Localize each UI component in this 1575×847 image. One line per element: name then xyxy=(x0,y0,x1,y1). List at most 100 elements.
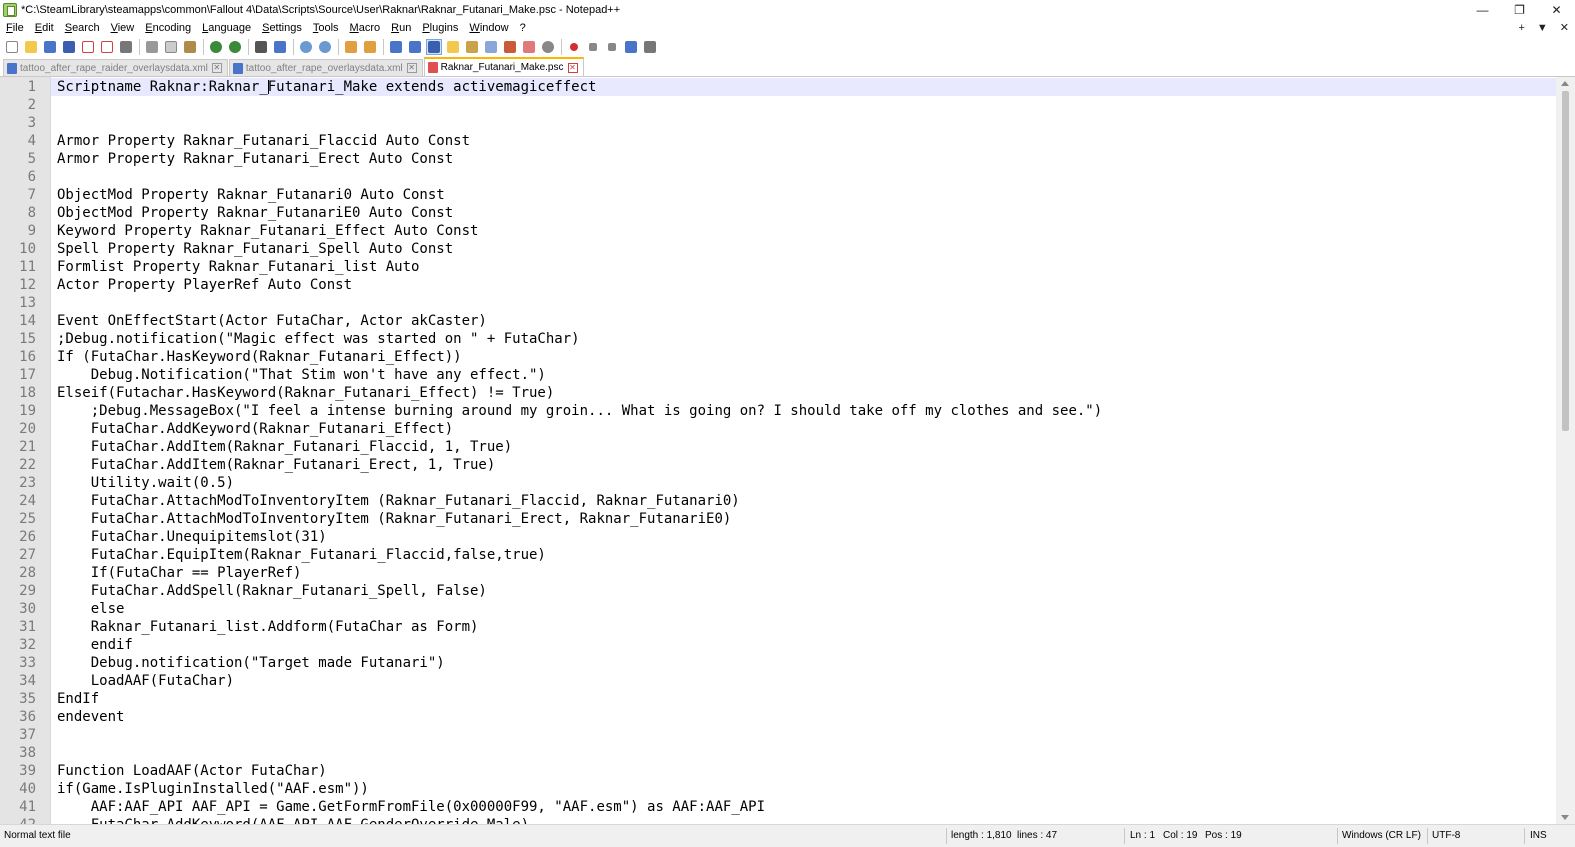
code-line[interactable] xyxy=(51,168,1556,186)
code-line[interactable]: Elseif(Futachar.HasKeyword(Raknar_Futana… xyxy=(51,384,1556,402)
code-text[interactable]: Scriptname Raknar:Raknar_Futanari_Make e… xyxy=(57,79,596,95)
code-line[interactable]: Scriptname Raknar:Raknar_Futanari_Make e… xyxy=(51,78,1556,96)
code-text[interactable]: FutaChar.AddItem(Raknar_Futanari_Erect, … xyxy=(57,457,496,473)
find-icon[interactable] xyxy=(253,39,269,55)
code-line[interactable]: AAF:AAF_API AAF_API = Game.GetFormFromFi… xyxy=(51,798,1556,816)
code-line[interactable]: else xyxy=(51,600,1556,618)
menu-tools[interactable]: Tools xyxy=(307,22,344,34)
tab-list-dropdown-icon[interactable]: ▼ xyxy=(1537,22,1548,34)
code-text[interactable]: ;Debug.notification("Magic effect was st… xyxy=(57,331,580,347)
show-all-chars-icon[interactable] xyxy=(407,39,423,55)
save-all-icon[interactable] xyxy=(61,39,77,55)
code-text[interactable]: Function LoadAAF(Actor FutaChar) xyxy=(57,763,327,779)
code-line[interactable]: Debug.Notification("That Stim won't have… xyxy=(51,366,1556,384)
new-file-icon[interactable] xyxy=(4,39,20,55)
menu-search[interactable]: Search xyxy=(59,22,105,34)
code-text[interactable]: endif xyxy=(57,637,133,653)
code-text[interactable]: Formlist Property Raknar_Futanari_list A… xyxy=(57,259,419,275)
undo-icon[interactable] xyxy=(208,39,224,55)
word-wrap-icon[interactable] xyxy=(388,39,404,55)
record-macro-icon[interactable] xyxy=(566,39,582,55)
code-line[interactable]: ;Debug.notification("Magic effect was st… xyxy=(51,330,1556,348)
code-line[interactable]: FutaChar.AddSpell(Raknar_Futanari_Spell,… xyxy=(51,582,1556,600)
code-text[interactable]: ObjectMod Property Raknar_Futanari0 Auto… xyxy=(57,187,445,203)
code-line[interactable]: Spell Property Raknar_Futanari_Spell Aut… xyxy=(51,240,1556,258)
copy-icon[interactable] xyxy=(163,39,179,55)
close-button[interactable]: ✕ xyxy=(1538,0,1575,19)
save-macro-icon[interactable] xyxy=(642,39,658,55)
zoom-out-icon[interactable] xyxy=(317,39,333,55)
status-encoding[interactable]: UTF-8 xyxy=(1432,830,1460,841)
sync-vertical-icon[interactable] xyxy=(343,39,359,55)
new-tab-plus-icon[interactable]: + xyxy=(1518,22,1524,34)
code-line[interactable]: Keyword Property Raknar_Futanari_Effect … xyxy=(51,222,1556,240)
code-text[interactable]: FutaChar.AddKeyword(AAF_API.AAF_GenderOv… xyxy=(57,817,529,824)
code-text[interactable]: Raknar_Futanari_list.Addform(FutaChar as… xyxy=(57,619,479,635)
maximize-button[interactable]: ❐ xyxy=(1501,0,1538,19)
tab-close-icon[interactable]: ✕ xyxy=(406,63,417,73)
minimize-button[interactable]: — xyxy=(1464,0,1501,19)
close-document-icon[interactable]: ✕ xyxy=(1560,21,1569,34)
open-file-icon[interactable] xyxy=(23,39,39,55)
code-text[interactable]: ;Debug.MessageBox("I feel a intense burn… xyxy=(57,403,1102,419)
code-text[interactable]: EndIf xyxy=(57,691,99,707)
document-map-icon[interactable] xyxy=(464,39,480,55)
code-line[interactable]: LoadAAF(FutaChar) xyxy=(51,672,1556,690)
code-line[interactable]: FutaChar.AddItem(Raknar_Futanari_Erect, … xyxy=(51,456,1556,474)
document-list-icon[interactable] xyxy=(483,39,499,55)
code-line[interactable] xyxy=(51,726,1556,744)
udl-icon[interactable] xyxy=(445,39,461,55)
code-line[interactable]: Debug.notification("Target made Futanari… xyxy=(51,654,1556,672)
code-text[interactable]: Actor Property PlayerRef Auto Const xyxy=(57,277,352,293)
code-line[interactable]: Raknar_Futanari_list.Addform(FutaChar as… xyxy=(51,618,1556,636)
code-line[interactable]: endevent xyxy=(51,708,1556,726)
code-line[interactable]: Formlist Property Raknar_Futanari_list A… xyxy=(51,258,1556,276)
stop-macro-icon[interactable] xyxy=(585,39,601,55)
code-text[interactable]: Armor Property Raknar_Futanari_Flaccid A… xyxy=(57,133,470,149)
code-text[interactable]: FutaChar.AddSpell(Raknar_Futanari_Spell,… xyxy=(57,583,487,599)
code-line[interactable]: ;Debug.MessageBox("I feel a intense burn… xyxy=(51,402,1556,420)
menu-view[interactable]: View xyxy=(105,22,140,34)
code-line[interactable]: FutaChar.Unequipitemslot(31) xyxy=(51,528,1556,546)
code-text[interactable]: FutaChar.AttachModToInventoryItem (Rakna… xyxy=(57,493,740,509)
tab-raider-overlaysdata[interactable]: tattoo_after_rape_raider_overlaysdata.xm… xyxy=(3,59,228,76)
code-line[interactable]: FutaChar.EquipItem(Raknar_Futanari_Flacc… xyxy=(51,546,1556,564)
code-text[interactable]: Spell Property Raknar_Futanari_Spell Aut… xyxy=(57,241,453,257)
code-line[interactable]: FutaChar.AddItem(Raknar_Futanari_Flaccid… xyxy=(51,438,1556,456)
cut-icon[interactable] xyxy=(144,39,160,55)
menu-encoding[interactable]: Encoding xyxy=(139,22,196,34)
play-macro-icon[interactable] xyxy=(604,39,620,55)
code-line[interactable]: FutaChar.AddKeyword(Raknar_Futanari_Effe… xyxy=(51,420,1556,438)
code-text[interactable]: ObjectMod Property Raknar_FutanariE0 Aut… xyxy=(57,205,453,221)
code-text[interactable]: If (FutaChar.HasKeyword(Raknar_Futanari_… xyxy=(57,349,462,365)
code-text[interactable]: Armor Property Raknar_Futanari_Erect Aut… xyxy=(57,151,453,167)
code-line[interactable]: Event OnEffectStart(Actor FutaChar, Acto… xyxy=(51,312,1556,330)
paste-icon[interactable] xyxy=(182,39,198,55)
status-insert-mode[interactable]: INS xyxy=(1530,830,1547,841)
code-text[interactable]: FutaChar.AddKeyword(Raknar_Futanari_Effe… xyxy=(57,421,453,437)
monitoring-icon[interactable] xyxy=(540,39,556,55)
code-text[interactable]: Debug.Notification("That Stim won't have… xyxy=(57,367,546,383)
code-text[interactable]: AAF:AAF_API AAF_API = Game.GetFormFromFi… xyxy=(57,799,765,815)
code-text[interactable]: Utility.wait(0.5) xyxy=(57,475,234,491)
print-icon[interactable] xyxy=(118,39,134,55)
code-line[interactable] xyxy=(51,114,1556,132)
tab-close-icon[interactable]: ✕ xyxy=(211,63,222,73)
code-text[interactable]: FutaChar.EquipItem(Raknar_Futanari_Flacc… xyxy=(57,547,546,563)
menu-macro[interactable]: Macro xyxy=(344,22,386,34)
code-text[interactable]: Debug.notification("Target made Futanari… xyxy=(57,655,445,671)
code-text[interactable]: Event OnEffectStart(Actor FutaChar, Acto… xyxy=(57,313,487,329)
menu-edit[interactable]: Edit xyxy=(29,22,59,34)
code-line[interactable]: Actor Property PlayerRef Auto Const xyxy=(51,276,1556,294)
replace-icon[interactable] xyxy=(272,39,288,55)
editor[interactable]: 1 2 3 4 5 6 7 8 9 10 11 12 13 14 15 16 17 18 19 20 21 22 23 24 2… xyxy=(0,77,1575,824)
status-eol[interactable]: Windows (CR LF) xyxy=(1342,830,1421,841)
code-line[interactable]: if(Game.IsPluginInstalled("AAF.esm")) xyxy=(51,780,1556,798)
menu-language[interactable]: Language xyxy=(196,22,256,34)
code-text[interactable]: LoadAAF(FutaChar) xyxy=(57,673,234,689)
close-all-icon[interactable] xyxy=(99,39,115,55)
tab-overlaysdata[interactable]: tattoo_after_rape_overlaysdata.xml ✕ xyxy=(228,59,423,76)
close-file-icon[interactable] xyxy=(80,39,96,55)
code-text[interactable]: if(Game.IsPluginInstalled("AAF.esm")) xyxy=(57,781,369,797)
scroll-up-arrow-icon[interactable] xyxy=(1561,81,1569,86)
